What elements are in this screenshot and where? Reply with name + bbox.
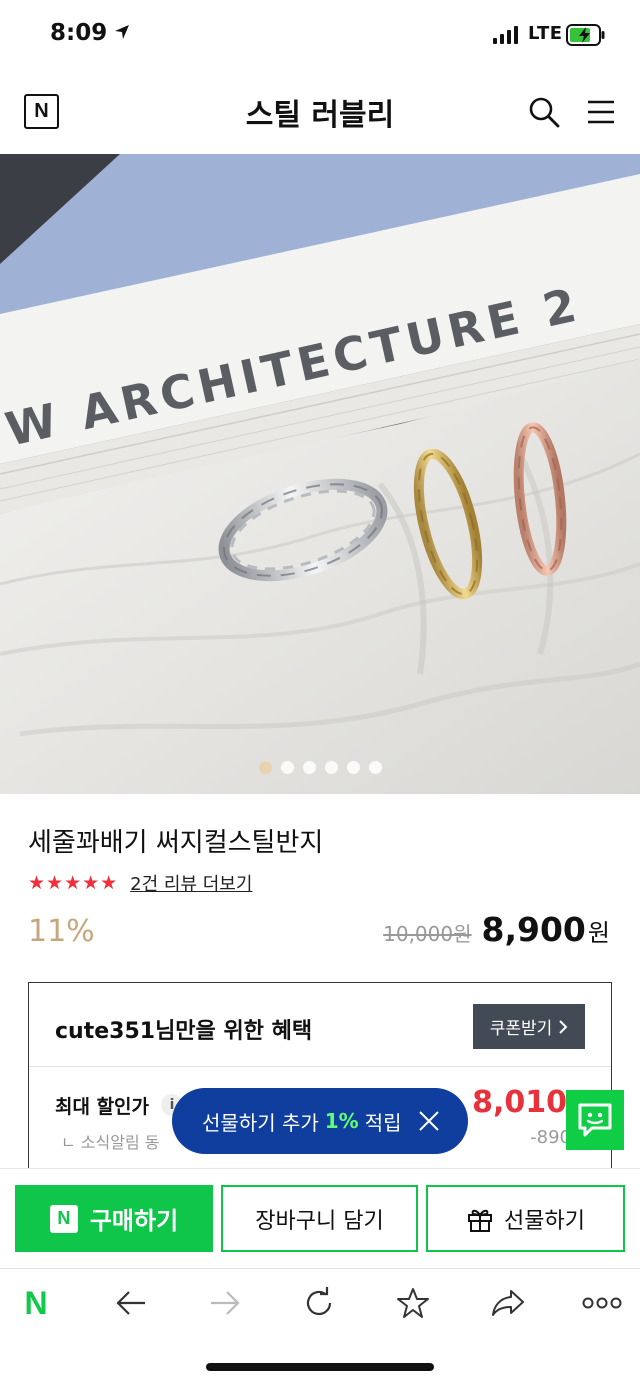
buy-button-label: 구매하기 (89, 1207, 179, 1235)
carousel-dots (0, 761, 640, 774)
page: 8:09 LTE N 스틸 러블리 W ARCHITECTURE 2 세줄꽈배기… (0, 0, 640, 1385)
naver-home-button[interactable]: N (16, 1283, 56, 1323)
bookmark-button[interactable] (393, 1283, 433, 1323)
max-discount-price: 8,010 (472, 1085, 567, 1120)
coupon-button[interactable]: 쿠폰받기 (473, 1004, 585, 1049)
status-bar: 8:09 LTE (0, 0, 640, 70)
gift-button[interactable]: 선물하기 (426, 1185, 625, 1252)
carousel-dot[interactable] (258, 761, 272, 774)
product-photo: W ARCHITECTURE 2 (0, 154, 640, 794)
review-link[interactable]: 2건 리뷰 더보기 (130, 870, 252, 896)
toast-percent: 1% (324, 1109, 359, 1133)
arrow-left-icon (116, 1291, 145, 1315)
star-rating: ★★★★★ (28, 872, 119, 894)
location-arrow-icon (115, 25, 129, 39)
star-icon (397, 1288, 429, 1318)
coupon-button-label: 쿠폰받기 (489, 1019, 553, 1039)
max-discount-label: 최대 할인가 (55, 1096, 150, 1118)
carousel-dot[interactable] (324, 761, 338, 774)
toast-prefix: 선물하기 추가 (202, 1110, 319, 1135)
forward-button[interactable] (205, 1283, 245, 1323)
refresh-icon (306, 1287, 332, 1316)
battery-charging-icon (566, 24, 605, 46)
back-button[interactable] (111, 1283, 151, 1323)
share-arrow-icon (492, 1290, 524, 1316)
talk-talk-button[interactable] (566, 1090, 624, 1150)
discount-rate: 11% (28, 914, 95, 949)
status-time: 8:09 (50, 20, 108, 46)
arrow-right-icon (211, 1291, 240, 1315)
signal-icon (493, 26, 518, 44)
divider (29, 1066, 611, 1067)
notification-discount-label: ㄴ 소식알림 동 (61, 1133, 160, 1152)
search-icon[interactable] (528, 96, 560, 128)
currency-unit: 원 (587, 919, 610, 947)
carousel-dot[interactable] (346, 761, 360, 774)
chat-bubble-icon (578, 1103, 612, 1137)
gift-icon (468, 1209, 493, 1232)
product-image[interactable]: W ARCHITECTURE 2 (0, 154, 640, 794)
sale-price: 8,900 (481, 910, 586, 949)
notification-discount-value: -890 (530, 1127, 571, 1148)
carousel-dot[interactable] (280, 761, 294, 774)
add-to-cart-label: 장바구니 담기 (255, 1208, 384, 1234)
carousel-dot[interactable] (302, 761, 316, 774)
close-icon[interactable] (418, 1110, 440, 1132)
price-row: 10,000원 8,900 원 (383, 910, 610, 949)
more-button[interactable] (582, 1283, 622, 1323)
browser-toolbar: N (0, 1268, 640, 1334)
store-header: N 스틸 러블리 (0, 70, 640, 154)
toast-suffix: 적립 (364, 1110, 402, 1135)
hamburger-menu-icon[interactable] (586, 98, 616, 126)
refresh-button[interactable] (299, 1283, 339, 1323)
share-button[interactable] (488, 1283, 528, 1323)
buy-button[interactable]: N 구매하기 (15, 1185, 213, 1252)
add-to-cart-button[interactable]: 장바구니 담기 (221, 1185, 418, 1252)
network-type: LTE (528, 23, 563, 44)
home-indicator[interactable] (206, 1363, 434, 1371)
purchase-bar: N 구매하기 장바구니 담기 선물하기 (0, 1168, 640, 1268)
gift-button-label: 선물하기 (504, 1208, 585, 1234)
gift-reward-toast[interactable]: 선물하기 추가 1% 적립 (172, 1088, 468, 1154)
chevron-right-icon (559, 1019, 568, 1034)
benefit-title: cute351님만을 위한 혜택 (55, 1019, 313, 1044)
more-dots-icon (582, 1297, 622, 1309)
original-price: 10,000원 (383, 922, 472, 946)
product-name: 세줄꽈배기 써지컬스틸반지 (28, 828, 324, 858)
naver-pay-logo: N (49, 1204, 78, 1233)
rating-row: ★★★★★ 2건 리뷰 더보기 (28, 870, 252, 896)
carousel-dot[interactable] (368, 761, 382, 774)
